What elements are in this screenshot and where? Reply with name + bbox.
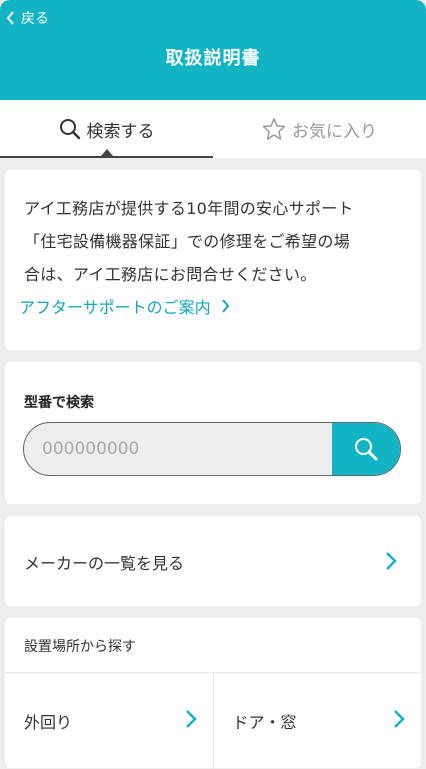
location-item-doors-windows[interactable]: ドア・窓	[212, 673, 422, 769]
model-search-box	[23, 422, 401, 476]
tab-search[interactable]: 検索する	[0, 100, 213, 158]
location-item-label: 外回り	[24, 713, 73, 732]
app-header: 戻る 取扱説明書	[0, 0, 426, 100]
page-title: 取扱説明書	[165, 48, 261, 69]
location-search-title: 設置場所から探す	[24, 639, 136, 655]
search-icon	[59, 119, 80, 140]
tab-search-label: 検索する	[86, 121, 155, 142]
after-support-link-label: アフターサポートのご案内	[19, 298, 211, 317]
chevron-right-icon	[221, 299, 229, 313]
back-button[interactable]: 戻る	[6, 8, 49, 28]
maker-list-button[interactable]: メーカーの一覧を見る	[5, 516, 421, 606]
notice-line: アイ工務店が提供する10年間の安心サポート	[24, 199, 354, 218]
notice-line: 合は、アイ工務店にお問合せください。	[24, 265, 317, 284]
chevron-left-icon	[6, 11, 14, 25]
location-item-label: ドア・窓	[232, 713, 297, 732]
notice-line: 「住宅設備機器保証」での修理をご希望の場	[24, 232, 351, 251]
tab-bar: 検索する お気に入り	[0, 100, 426, 158]
chevron-right-icon	[386, 552, 397, 570]
chevron-right-icon	[394, 710, 405, 728]
model-number-input[interactable]	[24, 423, 332, 475]
back-label: 戻る	[21, 11, 49, 27]
location-grid: 外回り ドア・窓	[5, 672, 421, 769]
maker-list-label: メーカーの一覧を見る	[24, 554, 185, 573]
star-icon	[262, 118, 286, 140]
tab-favorites-label: お気に入り	[292, 121, 377, 142]
model-search-card: 型番で検索	[5, 362, 421, 504]
chevron-right-icon	[185, 710, 197, 728]
support-notice-card: アイ工務店が提供する10年間の安心サポート 「住宅設備機器保証」での修理をご希望…	[5, 170, 421, 350]
search-icon	[355, 438, 378, 461]
model-search-label: 型番で検索	[24, 395, 94, 411]
search-button[interactable]	[332, 423, 400, 475]
support-notice-text: アイ工務店が提供する10年間の安心サポート 「住宅設備機器保証」での修理をご希望…	[24, 192, 409, 291]
location-search-card: 設置場所から探す 外回り ドア・窓	[5, 618, 421, 769]
location-item-exterior[interactable]: 外回り	[5, 673, 213, 769]
tab-favorites[interactable]: お気に入り	[213, 100, 426, 158]
after-support-link[interactable]: アフターサポートのご案内	[19, 294, 230, 318]
